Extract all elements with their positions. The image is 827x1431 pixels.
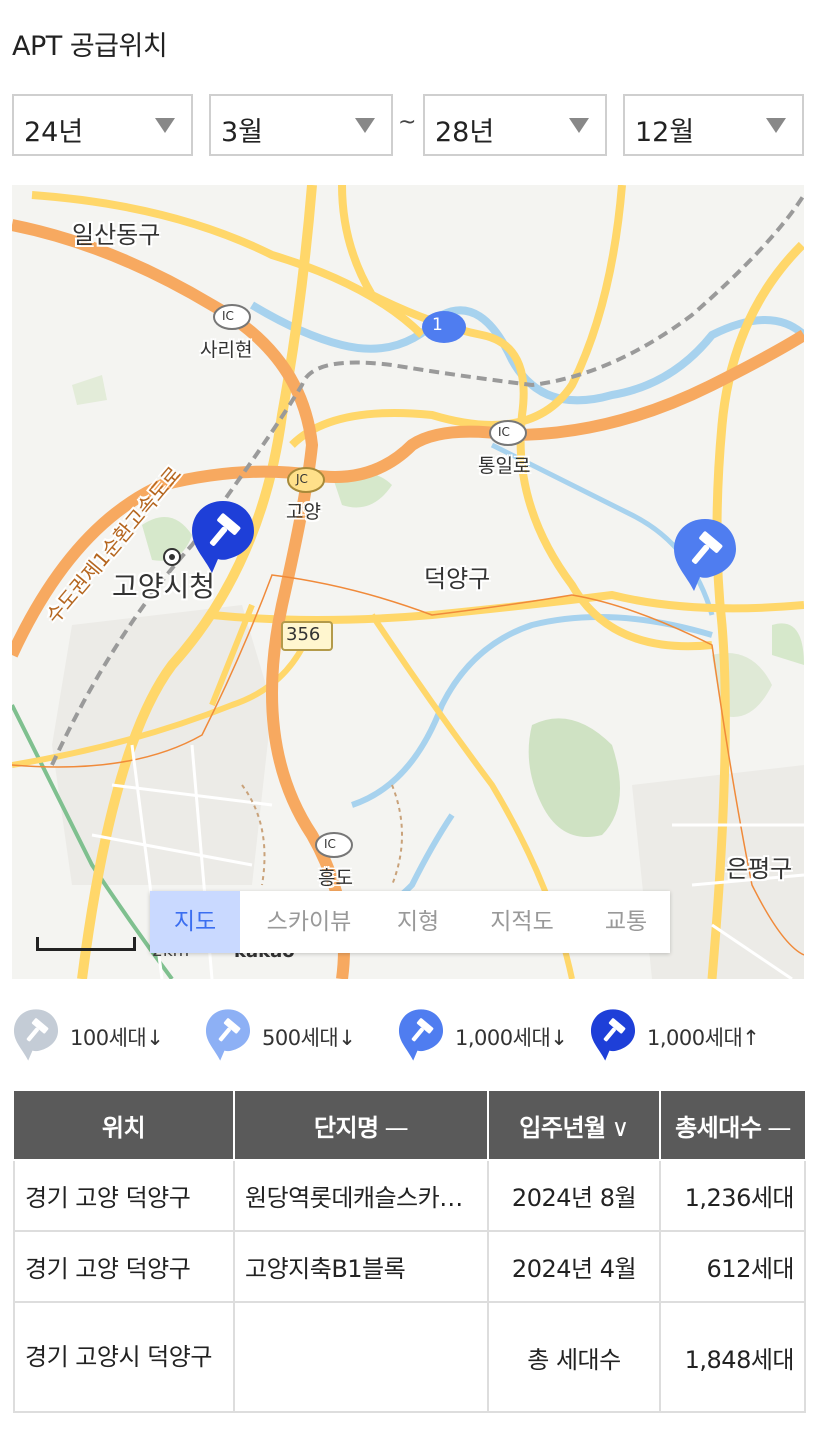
sort-icon: —: [767, 1113, 791, 1142]
jc-badge-label: JC: [296, 472, 308, 486]
cell-total-units: 1,848세대: [659, 1301, 806, 1413]
legend-label: 1,000세대↓: [455, 1026, 568, 1050]
header-label: 입주년월: [519, 1113, 606, 1142]
end-month-select[interactable]: 12월: [623, 94, 804, 156]
table-row[interactable]: 경기 고양 덕양구 고양지축B1블록 2024년 4월 612세대: [13, 1230, 806, 1303]
end-year-value: 28년: [435, 117, 495, 148]
header-label: 단지명: [313, 1113, 379, 1142]
cell-name[interactable]: 고양지축B1블록: [233, 1230, 489, 1303]
map-label-heungdo: 흥도: [318, 867, 353, 889]
column-header-name[interactable]: 단지명 —: [234, 1089, 489, 1161]
end-month-value: 12월: [635, 117, 695, 148]
table-total-row: 경기 고양시 덕양구 총 세대수 1,848세대: [13, 1301, 806, 1413]
marker-legend: 100세대↓ 500세대↓ 1,000세대↓ 1,000세대↑: [12, 1006, 804, 1062]
road-356-label: 356: [286, 624, 321, 645]
map-label-sarihyeon: 사리현: [200, 339, 253, 361]
cell-move-in: 2024년 4월: [487, 1230, 661, 1303]
cell-name[interactable]: 원당역롯데캐슬스카이엘: [233, 1159, 489, 1232]
apartment-marker-medium[interactable]: [672, 517, 738, 593]
cell-empty: [233, 1301, 489, 1413]
sort-icon: —: [384, 1113, 409, 1142]
legend-item: 100세대↓: [12, 1006, 202, 1062]
apartment-pin-icon: [590, 1009, 636, 1061]
apartment-pin-icon: [13, 1009, 59, 1061]
map-label-ilsandong: 일산동구: [72, 221, 161, 249]
tab-terrain[interactable]: 지형: [378, 891, 458, 953]
chevron-down-icon: [766, 118, 786, 133]
map-scale-bar: [36, 937, 136, 951]
apartment-pin-icon: [398, 1009, 444, 1061]
legend-item: 1,000세대↑: [589, 1006, 804, 1062]
table-row[interactable]: 경기 고양 덕양구 원당역롯데캐슬스카이엘 2024년 8월 1,236세대: [13, 1159, 806, 1232]
ic-badge-label: IC: [498, 425, 510, 439]
apartment-marker-large[interactable]: [190, 499, 256, 575]
legend-label: 100세대↓: [70, 1026, 164, 1050]
column-header-location[interactable]: 위치: [14, 1089, 235, 1161]
cell-location: 경기 고양 덕양구: [13, 1230, 235, 1303]
table-header-row: 위치 단지명 — 입주년월 ∨ 총세대수 —: [14, 1089, 805, 1161]
road-1-label: 1: [432, 315, 443, 335]
sort-desc-icon: ∨: [611, 1113, 630, 1142]
legend-item: 500세대↓: [204, 1006, 394, 1062]
chevron-down-icon: [569, 118, 589, 133]
period-filter: 24년 3월 ~ 28년 12월: [12, 94, 804, 156]
chevron-down-icon: [355, 118, 375, 133]
tab-skyview[interactable]: 스카이뷰: [254, 891, 364, 953]
start-month-select[interactable]: 3월: [209, 94, 393, 156]
chevron-down-icon: [155, 118, 175, 133]
page-title: APT 공급위치: [12, 31, 168, 62]
map-type-tabs: 지도 스카이뷰 지형 지적도 교통: [150, 891, 670, 953]
cell-location: 경기 고양 덕양구: [13, 1159, 235, 1232]
start-month-value: 3월: [221, 117, 264, 148]
map-view[interactable]: 일산동구 덕양구 은평구 고양시청 사리현 통일로 고양 흥도 1 356 IC…: [12, 185, 804, 979]
legend-label: 1,000세대↑: [647, 1026, 760, 1050]
column-header-units[interactable]: 총세대수 —: [660, 1089, 805, 1161]
map-label-goyang-jc: 고양: [286, 501, 321, 523]
apartment-pin-icon: [205, 1009, 251, 1061]
tab-traffic[interactable]: 교통: [586, 891, 666, 953]
header-label: 위치: [101, 1113, 146, 1142]
supply-table: 위치 단지명 — 입주년월 ∨ 총세대수 — 경기 고양 덕양구 원당역롯데캐슬스카이…: [13, 1089, 806, 1413]
legend-item: 1,000세대↓: [397, 1006, 597, 1062]
start-year-select[interactable]: 24년: [12, 94, 193, 156]
header-label: 총세대수: [675, 1113, 762, 1142]
legend-label: 500세대↓: [262, 1026, 356, 1050]
cell-units: 612세대: [659, 1230, 806, 1303]
column-header-move-in[interactable]: 입주년월 ∨: [488, 1089, 661, 1161]
ic-badge-label: IC: [324, 837, 336, 851]
cell-move-in: 2024년 8월: [487, 1159, 661, 1232]
map-label-tongilro: 통일로: [478, 455, 531, 477]
map-label-eunpyeong: 은평구: [726, 855, 793, 883]
start-year-value: 24년: [24, 117, 84, 148]
end-year-select[interactable]: 28년: [423, 94, 607, 156]
tab-map[interactable]: 지도: [150, 891, 240, 953]
cell-total-location: 경기 고양시 덕양구: [13, 1301, 235, 1413]
map-label-deogyang: 덕양구: [424, 565, 491, 593]
cell-total-label: 총 세대수: [487, 1301, 661, 1413]
ic-badge-label: IC: [222, 309, 234, 323]
range-separator: ~: [398, 110, 417, 135]
cell-units: 1,236세대: [659, 1159, 806, 1232]
tab-cadastral[interactable]: 지적도: [472, 891, 572, 953]
